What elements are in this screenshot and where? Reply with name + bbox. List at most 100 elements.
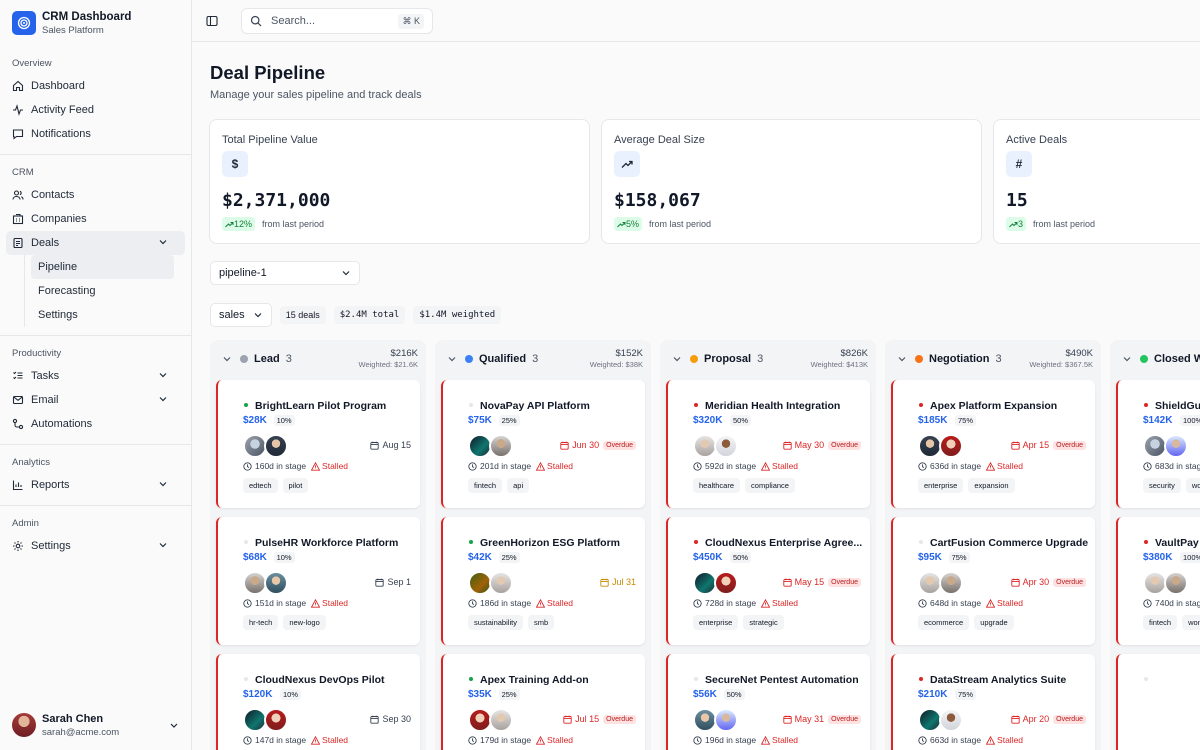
sidebar-item-activity-feed[interactable]: Activity Feed — [6, 98, 185, 122]
stalled-badge: Stalled — [311, 735, 348, 745]
brand[interactable]: CRM Dashboard Sales Platform — [0, 0, 191, 46]
deal-card[interactable]: SecureNet Pentest Automation $56K 50% May 3… — [666, 654, 870, 750]
deal-owners — [1143, 434, 1188, 458]
deal-title: Apex Platform Expansion — [930, 400, 1058, 412]
deal-probability: 75% — [955, 689, 977, 700]
pipeline-select[interactable]: pipeline-1 — [210, 261, 360, 285]
deal-tag: sustainability — [468, 615, 523, 630]
sidebar-item-automations[interactable]: Automations — [6, 412, 185, 436]
sidebar-item-contacts[interactable]: Contacts — [6, 183, 185, 207]
deal-card[interactable]: NovaPay API Platform $75K 25% Jun 30 Overdue… — [441, 380, 645, 508]
column-total: $216K — [390, 348, 418, 359]
deal-card[interactable]: GreenHorizon ESG Platform $42K 25% Jul 31 18… — [441, 517, 645, 645]
column-header[interactable]: Negotiation 3 $490K Weighted: $367.5K — [885, 340, 1101, 380]
stage-color-dot — [465, 355, 473, 363]
nav-heading-analytics: Analytics — [12, 457, 51, 468]
deal-amount: $120K — [243, 689, 273, 700]
pipeline-select-value: pipeline-1 — [219, 267, 267, 279]
calendar-icon — [370, 441, 380, 450]
chevron-down-icon — [342, 271, 350, 276]
team-select[interactable]: sales — [210, 303, 272, 327]
overdue-badge: Overdue — [1053, 440, 1086, 450]
deal-card[interactable]: Meridian Health Integration $320K 50% May 3… — [666, 380, 870, 508]
sidebar-item-settings[interactable]: Settings — [6, 534, 185, 558]
search-shortcut: ⌘ K — [398, 13, 424, 29]
sidebar-item-dashboard[interactable]: Dashboard — [6, 74, 185, 98]
file-icon — [13, 237, 23, 249]
deal-tags: edtech pilot — [243, 478, 313, 493]
column-total: $490K — [1065, 348, 1093, 359]
deal-title: VaultPay Platform — [1155, 537, 1200, 549]
deal-card[interactable]: PulseHR Workforce Platform $68K 10% Sep 1 15… — [216, 517, 420, 645]
stalled-badge: Stalled — [311, 598, 348, 608]
sidebar-subitem-settings[interactable]: Settings — [31, 303, 174, 327]
brand-logo-icon — [12, 11, 36, 35]
chevron-down-icon[interactable] — [672, 354, 682, 364]
deal-close-date: May 30 Overdue — [782, 440, 861, 450]
clock-icon — [918, 735, 927, 745]
deal-card[interactable]: BrightLearn Pilot Program $28K 10% Aug 15 16… — [216, 380, 420, 508]
sidebar-item-tasks[interactable]: Tasks — [6, 364, 185, 388]
nav-heading-crm: CRM — [12, 167, 34, 178]
stat-foot-text: from last period — [1033, 219, 1096, 229]
deal-amount: $56K — [693, 689, 717, 700]
pipeline-column-lead: Lead 3 $216K Weighted: $21.6K BrightLearn Pi… — [210, 340, 426, 750]
user-menu[interactable]: Sarah Chen sarah@acme.com — [0, 700, 191, 750]
sidebar-item-deals[interactable]: Deals — [6, 231, 185, 255]
chevron-down-icon[interactable] — [897, 354, 907, 364]
deal-card[interactable] — [1116, 654, 1200, 750]
sidebar-item-reports[interactable]: Reports — [6, 473, 185, 497]
deal-card[interactable]: Apex Training Add-on $35K 25% Jul 15 Overdue… — [441, 654, 645, 750]
column-header[interactable]: Qualified 3 $152K Weighted: $38K — [435, 340, 651, 380]
calendar-icon — [1010, 578, 1020, 587]
deal-card[interactable]: Apex Platform Expansion $185K 75% Apr 15 Ove… — [891, 380, 1095, 508]
avatar — [12, 713, 36, 737]
search-input[interactable]: Search... ⌘ K — [241, 8, 433, 34]
trend-up-icon — [617, 221, 626, 227]
deal-card[interactable]: DataStream Analytics Suite $210K 75% Apr 20… — [891, 654, 1095, 750]
deal-card[interactable]: ShieldGuard Security $142K 100% 683d in sta… — [1116, 380, 1200, 508]
deal-tags: hr-tech new-logo — [243, 615, 331, 630]
chevron-down-icon — [254, 313, 262, 318]
mail-icon — [12, 395, 24, 405]
deal-owners — [243, 434, 288, 458]
deal-tag: strategic — [743, 615, 784, 630]
column-title: Negotiation 3 — [929, 353, 1002, 365]
stat-card-average-deal: Average Deal Size $158,067 5% from last … — [601, 119, 982, 244]
deal-card[interactable]: CloudNexus DevOps Pilot $120K 10% Sep 30 147… — [216, 654, 420, 750]
sidebar-item-companies[interactable]: Companies — [6, 207, 185, 231]
deal-owners — [1143, 571, 1188, 595]
avatar — [489, 434, 513, 458]
column-header[interactable]: Closed Won3 — [1110, 340, 1200, 380]
sidebar-item-email[interactable]: Email — [6, 388, 185, 412]
list-check-icon — [13, 371, 23, 380]
deal-tag: ecommerce — [918, 615, 970, 630]
stat-foot-text: from last period — [649, 219, 712, 229]
chevron-down-icon[interactable] — [1122, 354, 1132, 364]
deal-card[interactable]: CloudNexus Enterprise Agree... $450K 50% Ma… — [666, 517, 870, 645]
stalled-badge: Stalled — [311, 461, 348, 471]
chevron-down-icon[interactable] — [222, 354, 232, 364]
sidebar-item-notifications[interactable]: Notifications — [6, 122, 185, 146]
column-header[interactable]: Proposal 3 $826K Weighted: $413K — [660, 340, 876, 380]
home-icon — [12, 80, 24, 92]
time-in-stage: 663d in stage Stalled — [918, 735, 1023, 745]
pipeline-column-negotiation: Negotiation 3 $490K Weighted: $367.5K Apex P… — [885, 340, 1101, 750]
time-in-stage: 636d in stage Stalled — [918, 461, 1023, 471]
sidebar-item-label: Deals — [31, 237, 60, 249]
chevron-down-icon — [159, 397, 167, 402]
deal-close-date: Apr 30 Overdue — [1010, 577, 1086, 587]
sidebar-toggle-icon[interactable] — [206, 15, 218, 27]
sidebar-subitem-pipeline[interactable]: Pipeline — [31, 255, 174, 279]
clock-icon — [693, 598, 702, 608]
column-header[interactable]: Lead 3 $216K Weighted: $21.6K — [210, 340, 426, 380]
deal-owners — [693, 708, 738, 732]
deal-tag: won — [1185, 478, 1200, 493]
warning-icon — [761, 735, 771, 745]
sidebar-subitem-forecasting[interactable]: Forecasting — [31, 279, 174, 303]
deal-card[interactable]: CartFusion Commerce Upgrade $95K 75% Apr 30… — [891, 517, 1095, 645]
deal-tag: smb — [527, 615, 555, 630]
deal-close-date: Jun 30 Overdue — [560, 440, 636, 450]
chevron-down-icon[interactable] — [447, 354, 457, 364]
deal-card[interactable]: VaultPay Platform $380K 100% 740d in stage f… — [1116, 517, 1200, 645]
